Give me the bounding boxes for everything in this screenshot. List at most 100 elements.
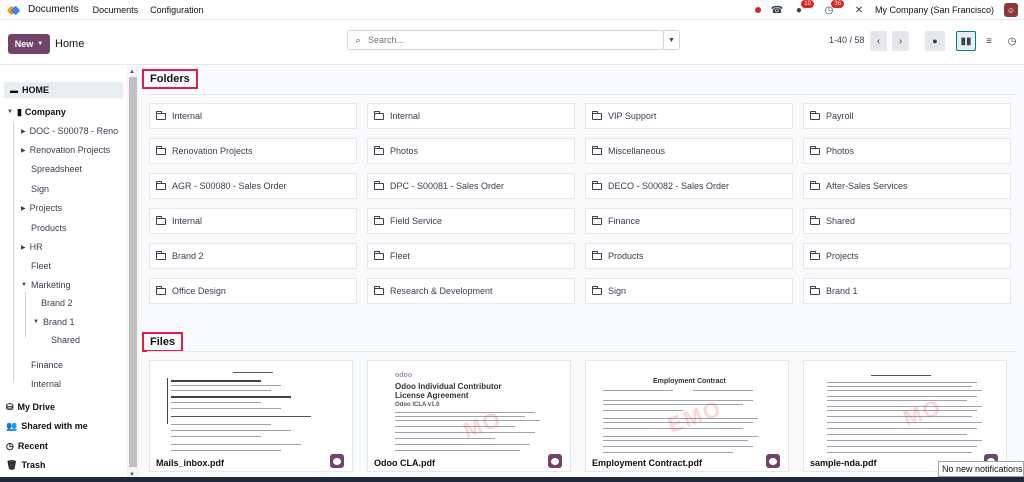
file-name[interactable]: Mails_inbox.pdf xyxy=(156,458,224,468)
folder-card[interactable]: Internal xyxy=(149,208,357,234)
caret-down-icon: ▼ xyxy=(21,282,27,288)
folder-card[interactable]: Photos xyxy=(803,138,1011,164)
folder-card[interactable]: Brand 1 xyxy=(803,278,1011,304)
caret-right-icon: ▶ xyxy=(21,205,26,212)
scroll-up-icon[interactable]: ▲ xyxy=(129,69,135,75)
folder-card[interactable]: Office Design xyxy=(149,278,357,304)
app-logo-icon[interactable] xyxy=(6,4,21,16)
folder-card[interactable]: After-Sales Services xyxy=(803,173,1011,199)
file-owner-avatar-icon[interactable] xyxy=(330,454,344,468)
folder-icon xyxy=(810,215,820,225)
folder-card[interactable]: Photos xyxy=(367,138,575,164)
file-card[interactable]: MO sample-nda.pdf xyxy=(803,360,1007,472)
demo-watermark: EMO xyxy=(664,395,726,438)
sidebar-item-projects[interactable]: ▶ Projects xyxy=(21,200,62,216)
search-input[interactable] xyxy=(364,31,663,49)
chat-icon[interactable]: ● 10 xyxy=(793,0,814,16)
sidebar-company-label: Company xyxy=(24,107,66,117)
file-card[interactable]: odoo Odoo Individual Contributor License… xyxy=(367,360,571,472)
sidebar-item-marketing[interactable]: ▼ Marketing xyxy=(21,277,70,293)
sidebar-item-brand2[interactable]: Brand 2 xyxy=(41,295,73,311)
folder-name: Photos xyxy=(390,146,419,156)
sidebar-item-my-drive[interactable]: ⛁ My Drive xyxy=(6,399,55,415)
folder-name: Brand 2 xyxy=(172,251,204,261)
sidebar-item-fleet[interactable]: Fleet xyxy=(31,258,51,274)
file-card[interactable]: Employment Contract EMO Employment Contr… xyxy=(585,360,789,472)
search-bar: ⌕ ▼ xyxy=(347,30,680,50)
sidebar-item-sign[interactable]: Sign xyxy=(31,181,49,197)
folder-card[interactable]: AGR - S00080 - Sales Order xyxy=(149,173,357,199)
sidebar-item-trash[interactable]: 🗑 Trash xyxy=(6,457,45,473)
folder-card[interactable]: Sign xyxy=(585,278,793,304)
activity-clock-icon[interactable]: ◷ 36 xyxy=(823,0,844,16)
new-button[interactable]: New ▼ xyxy=(8,34,50,54)
file-owner-avatar-icon[interactable] xyxy=(766,454,780,468)
sidebar-item-home[interactable]: ▬ HOME xyxy=(4,82,123,98)
folder-card[interactable]: Internal xyxy=(149,103,357,129)
debug-tools-icon[interactable]: ✕ xyxy=(853,4,865,16)
folder-card[interactable]: Payroll xyxy=(803,103,1011,129)
folder-icon xyxy=(374,145,384,155)
recording-indicator-icon[interactable] xyxy=(754,7,761,13)
folder-card[interactable]: DPC - S00081 - Sales Order xyxy=(367,173,575,199)
user-avatar[interactable]: ☺ xyxy=(1004,3,1018,17)
file-name[interactable]: Odoo CLA.pdf xyxy=(374,458,435,468)
sidebar-item-label: Renovation Projects xyxy=(29,145,111,155)
sidebar-item-internal[interactable]: Internal xyxy=(31,376,61,392)
file-card[interactable]: Mails_inbox.pdf xyxy=(149,360,353,472)
kanban-view-button[interactable]: ▮▮ xyxy=(956,31,976,51)
sidebar-item-brand1[interactable]: ▼ Brand 1 xyxy=(33,314,74,330)
sidebar-item-shared-with-me[interactable]: 👥 Shared with me xyxy=(6,418,88,434)
folder-card[interactable]: VIP Support xyxy=(585,103,793,129)
sidebar-item-shared[interactable]: Shared xyxy=(51,332,80,348)
folder-card[interactable]: Products xyxy=(585,243,793,269)
sidebar-item-recent[interactable]: ◷ Recent xyxy=(6,438,48,454)
folder-card[interactable]: Projects xyxy=(803,243,1011,269)
file-name[interactable]: Employment Contract.pdf xyxy=(592,458,702,468)
file-name[interactable]: sample-nda.pdf xyxy=(810,458,877,468)
scroll-thumb[interactable] xyxy=(129,77,137,467)
sidebar-item-products[interactable]: Products xyxy=(31,220,67,236)
folder-card[interactable]: Field Service xyxy=(367,208,575,234)
pager-value[interactable]: 1-40 / 58 xyxy=(829,35,865,45)
folder-icon xyxy=(592,145,602,155)
folder-name: DECO - S00082 - Sales Order xyxy=(608,181,730,191)
sidebar-item-doc[interactable]: ▶ DOC - S00078 - Reno xyxy=(21,123,118,139)
chat-badge: 10 xyxy=(801,0,814,8)
folder-card[interactable]: DECO - S00082 - Sales Order xyxy=(585,173,793,199)
breadcrumb: Home xyxy=(55,38,85,50)
list-view-button[interactable]: ≡ xyxy=(979,31,999,51)
folder-card[interactable]: Miscellaneous xyxy=(585,138,793,164)
menu-documents[interactable]: Documents xyxy=(93,5,139,15)
sidebar-scrollbar[interactable]: ▲ ▼ xyxy=(127,66,139,482)
search-options-dropdown-icon[interactable]: ▼ xyxy=(663,31,679,49)
sidebar-item-hr[interactable]: ▶ HR xyxy=(21,239,43,255)
folder-card[interactable]: Finance xyxy=(585,208,793,234)
sidebar-item-label: Fleet xyxy=(31,261,52,271)
top-navbar: Documents Documents Configuration ☎ ● 10 … xyxy=(0,0,1024,20)
phone-icon[interactable]: ☎ xyxy=(771,4,783,16)
next-page-button[interactable]: › xyxy=(892,31,909,51)
sidebar-home-label: HOME xyxy=(22,85,49,95)
folder-name: Internal xyxy=(172,111,203,121)
folder-card[interactable]: Shared xyxy=(803,208,1011,234)
sidebar-item-spreadsheet[interactable]: Spreadsheet xyxy=(31,161,82,177)
sidebar-item-company[interactable]: ▼ ▮ Company xyxy=(7,104,66,120)
sidebar-item-renovation[interactable]: ▶ Renovation Projects xyxy=(21,142,110,158)
activity-view-button[interactable]: ◷ xyxy=(1002,31,1022,51)
sidebar-item-finance[interactable]: Finance xyxy=(31,357,63,373)
section-divider xyxy=(147,94,1017,95)
file-owner-avatar-icon[interactable] xyxy=(548,454,562,468)
folder-card[interactable]: Internal xyxy=(367,103,575,129)
app-title[interactable]: Documents xyxy=(28,4,79,15)
folder-card[interactable]: Renovation Projects xyxy=(149,138,357,164)
chatter-toggle-button[interactable]: ● xyxy=(925,31,945,51)
folder-card[interactable]: Fleet xyxy=(367,243,575,269)
folder-name: Finance xyxy=(608,216,641,226)
folder-card[interactable]: Research & Development xyxy=(367,278,575,304)
previous-page-button[interactable]: ‹ xyxy=(870,31,887,51)
folder-card[interactable]: Brand 2 xyxy=(149,243,357,269)
menu-configuration[interactable]: Configuration xyxy=(150,5,204,15)
company-switcher[interactable]: My Company (San Francisco) xyxy=(875,5,994,15)
file-thumbnail: MO xyxy=(811,370,997,458)
